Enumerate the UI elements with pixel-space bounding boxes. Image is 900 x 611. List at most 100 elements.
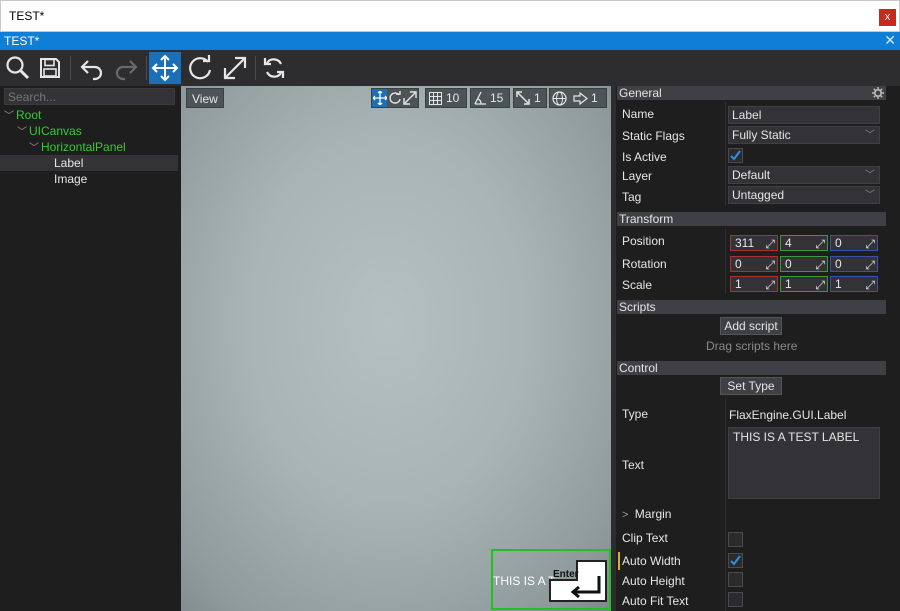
is-active-label: Is Active: [622, 150, 667, 164]
globe-icon[interactable]: [550, 89, 568, 107]
chevron-down-icon: ﹀: [17, 127, 27, 138]
grid-snap-value: 10: [446, 91, 460, 105]
rotation-snap-toggle[interactable]: 15: [470, 88, 510, 108]
clip-text-checkbox[interactable]: [728, 532, 743, 547]
tab-close-icon[interactable]: ✕: [884, 32, 896, 49]
scale-z-field[interactable]: 1 ⤢: [830, 276, 878, 292]
control-group-header[interactable]: Control: [617, 361, 886, 375]
text-label: Text: [622, 458, 645, 472]
position-x-field[interactable]: 311 ⤢: [730, 235, 778, 251]
scale-gizmo-icon: [223, 56, 247, 80]
scale-snap-toggle[interactable]: 1: [513, 88, 547, 108]
camera-speed-icon[interactable]: [571, 89, 589, 107]
slider-icon[interactable]: ⤢: [865, 237, 875, 251]
margin-expander[interactable]: > Margin: [622, 506, 671, 522]
transform-group-header[interactable]: Transform: [617, 212, 886, 226]
view-menu-button[interactable]: View: [186, 88, 224, 108]
scale-y-field[interactable]: 1 ⤢: [780, 276, 828, 292]
group-title: General: [619, 86, 662, 100]
window-title: TEST*: [9, 9, 45, 23]
tree-node-image[interactable]: Image: [54, 171, 87, 187]
is-active-checkbox[interactable]: [728, 148, 743, 163]
grid-snap-toggle[interactable]: 10: [425, 88, 467, 108]
chevron-down-icon: ﹀: [865, 130, 875, 141]
rotate-gizmo-button[interactable]: [184, 52, 216, 84]
scale-gizmo-button[interactable]: [219, 52, 251, 84]
window-title-bar: TEST* x: [0, 0, 900, 32]
angle-icon: [471, 89, 489, 107]
gizmo-mode-group: [371, 88, 419, 108]
save-button[interactable]: [34, 52, 66, 84]
field-value: 0: [785, 257, 792, 271]
name-field[interactable]: Label: [728, 106, 880, 124]
slider-icon[interactable]: ⤢: [865, 258, 875, 272]
auto-width-checkbox[interactable]: [728, 553, 743, 568]
search-button[interactable]: [2, 52, 34, 84]
translate-mode-icon[interactable]: [372, 89, 388, 107]
scale-mode-icon[interactable]: [403, 89, 418, 107]
slider-icon[interactable]: ⤢: [765, 258, 775, 272]
rotation-y-field[interactable]: 0 ⤢: [780, 256, 828, 272]
scale-x-field[interactable]: 1 ⤢: [730, 276, 778, 292]
layer-dropdown[interactable]: Default ﹀: [728, 166, 880, 184]
editor-tab-bar: TEST* ✕: [0, 32, 900, 50]
active-row-marker: [618, 552, 620, 570]
scene-viewport[interactable]: View 10 15 1 1 THIS IS A T Enter: [181, 86, 611, 611]
slider-icon[interactable]: ⤢: [815, 258, 825, 272]
layer-label: Layer: [622, 169, 653, 183]
window-close-button[interactable]: x: [879, 9, 896, 26]
tag-dropdown[interactable]: Untagged ﹀: [728, 186, 880, 204]
toolbar-separator: [70, 56, 71, 80]
tree-node-label: HorizontalPanel: [41, 140, 126, 154]
chevron-down-icon: ﹀: [865, 170, 875, 181]
save-icon: [40, 58, 60, 78]
translate-gizmo-button[interactable]: [149, 52, 181, 84]
auto-fit-text-checkbox[interactable]: [728, 592, 743, 607]
scripts-group-header[interactable]: Scripts: [617, 300, 886, 314]
tree-node-horizontalpanel[interactable]: ﹀ HorizontalPanel: [29, 139, 126, 155]
dropdown-value: Fully Static: [732, 128, 791, 142]
field-value: 1: [835, 277, 842, 291]
undo-button[interactable]: [76, 52, 108, 84]
tree-node-uicanvas[interactable]: ﹀ UICanvas: [17, 123, 82, 139]
auto-width-label: Auto Width: [622, 554, 681, 568]
static-flags-dropdown[interactable]: Fully Static ﹀: [728, 126, 880, 144]
text-field[interactable]: THIS IS A TEST LABEL: [728, 427, 880, 499]
redo-button[interactable]: [110, 52, 142, 84]
slider-icon[interactable]: ⤢: [815, 237, 825, 251]
static-flags-label: Static Flags: [622, 129, 685, 143]
tree-node-label[interactable]: Label: [54, 155, 83, 171]
enter-key-icon: Enter: [549, 560, 607, 602]
slider-icon[interactable]: ⤢: [765, 278, 775, 292]
column-divider: [725, 397, 726, 611]
auto-height-checkbox[interactable]: [728, 572, 743, 587]
rotate-mode-icon[interactable]: [387, 89, 402, 107]
hierarchy-search-input[interactable]: [4, 88, 175, 105]
slider-icon[interactable]: ⤢: [765, 237, 775, 251]
position-z-field[interactable]: 0 ⤢: [830, 235, 878, 251]
toolbar-separator: [146, 56, 147, 80]
slider-icon[interactable]: ⤢: [865, 278, 875, 292]
selection-highlight: [0, 155, 178, 171]
set-type-button[interactable]: Set Type: [720, 377, 782, 395]
field-value: 0: [835, 236, 842, 250]
field-value: 0: [835, 257, 842, 271]
auto-height-label: Auto Height: [622, 574, 685, 588]
camera-speed-value: 1: [591, 91, 598, 105]
auto-fit-text-label: Auto Fit Text: [622, 594, 689, 608]
rotation-x-field[interactable]: 0 ⤢: [730, 256, 778, 272]
position-y-field[interactable]: 4 ⤢: [780, 235, 828, 251]
refresh-button[interactable]: [258, 52, 290, 84]
scale-label: Scale: [622, 278, 653, 292]
tree-node-label: UICanvas: [29, 124, 82, 138]
gear-icon[interactable]: [872, 87, 884, 99]
add-script-button[interactable]: Add script: [720, 317, 782, 335]
type-label: Type: [622, 407, 649, 421]
rotation-z-field[interactable]: 0 ⤢: [830, 256, 878, 272]
tab-title[interactable]: TEST*: [4, 34, 39, 48]
grid-icon: [426, 89, 444, 107]
slider-icon[interactable]: ⤢: [815, 278, 825, 292]
checkmark-icon: [730, 555, 741, 566]
general-group-header[interactable]: General: [617, 86, 886, 100]
tree-node-root[interactable]: ﹀ Root: [4, 107, 41, 123]
